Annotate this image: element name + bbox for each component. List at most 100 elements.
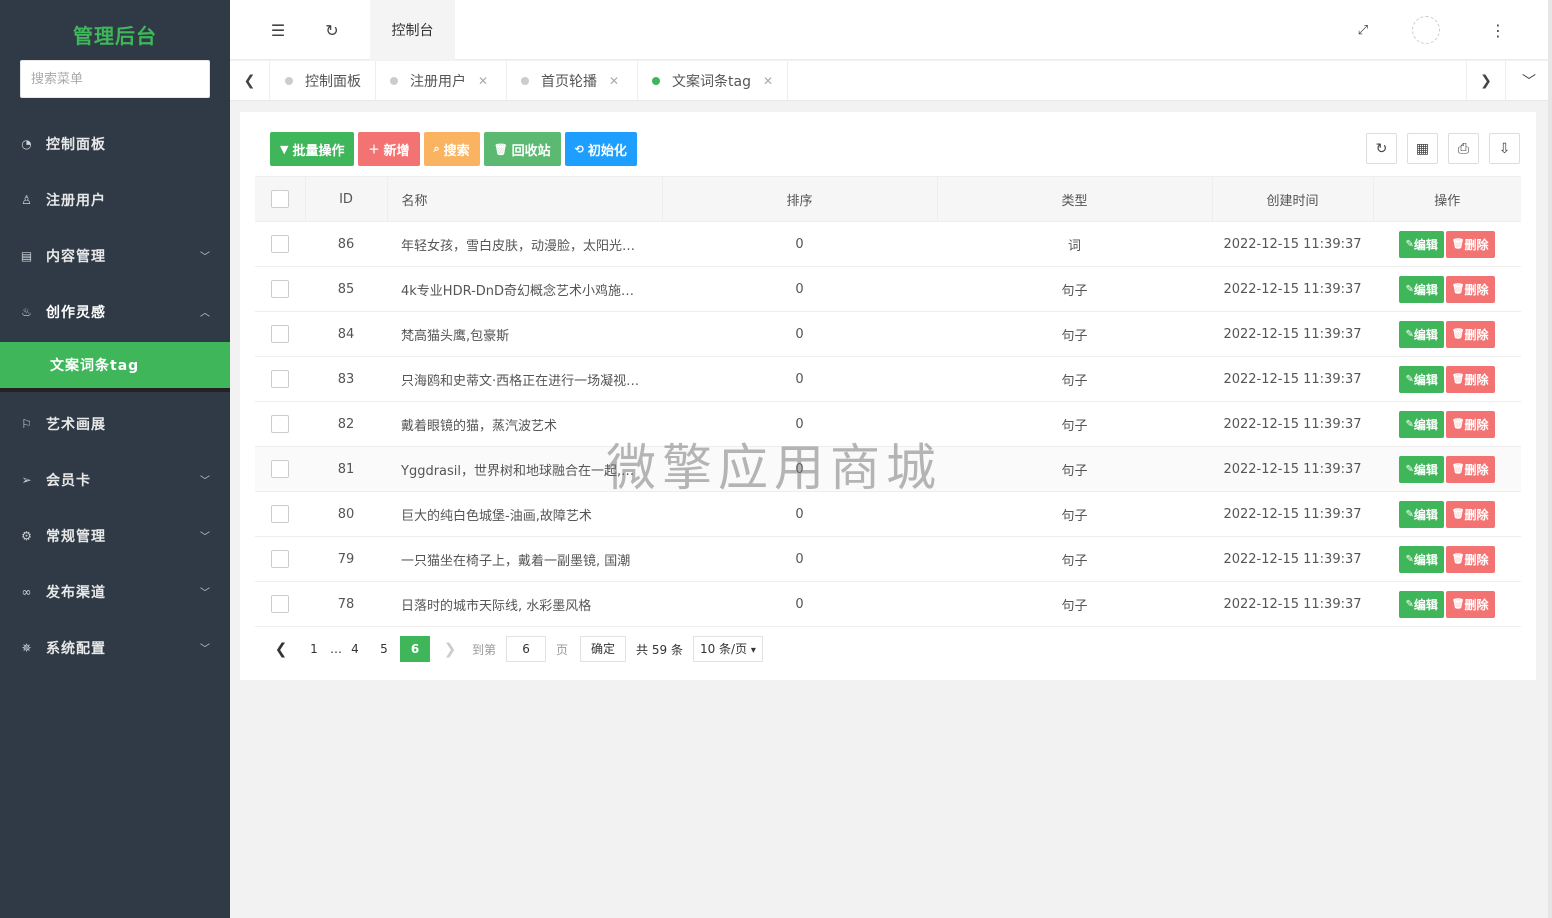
tabs-prev-icon[interactable]: ❮ bbox=[230, 61, 270, 101]
sidebar-item-inspiration[interactable]: ♨ 创作灵感 ︿ bbox=[0, 284, 230, 340]
topbar: ☰ ↻ 控制台 ⤢ ⋮ bbox=[230, 0, 1552, 60]
tabs-menu-chevron-down-icon[interactable]: ﹀ bbox=[1506, 61, 1552, 101]
select-all-checkbox[interactable] bbox=[270, 190, 289, 208]
edit-button[interactable]: ✎ 编辑 bbox=[1399, 590, 1444, 618]
sidebar-item-general[interactable]: ⚙ 常规管理 ﹀ bbox=[0, 508, 230, 564]
edit-button[interactable]: ✎ 编辑 bbox=[1399, 275, 1444, 303]
table-row[interactable]: 78 日落时的城市天际线, 水彩墨风格 0 句子 2022-12-15 11:39:37… bbox=[255, 581, 1521, 627]
row-checkbox[interactable] bbox=[271, 460, 289, 478]
edit-button[interactable]: ✎ 编辑 bbox=[1399, 545, 1444, 573]
cell-id: 80 bbox=[305, 491, 387, 537]
avatar[interactable] bbox=[1412, 16, 1440, 44]
delete-button[interactable]: 🗑 删除 bbox=[1445, 500, 1495, 528]
table-row[interactable]: 83 只海鸥和史蒂文·西格正在进行一场凝视比赛 0 句子 2022-12-15 11:3… bbox=[255, 356, 1521, 402]
close-icon[interactable]: ✕ bbox=[609, 74, 619, 88]
tab-dashboard[interactable]: 控制面板 bbox=[271, 61, 376, 101]
tab-users[interactable]: 注册用户 ✕ bbox=[376, 61, 507, 101]
table-row[interactable]: 85 4k专业HDR-DnD奇幻概念艺术小鸡施展魔法 0 句子 2022-12-15 1… bbox=[255, 266, 1521, 312]
init-button[interactable]: ⟲ 初始化 bbox=[564, 132, 637, 166]
row-checkbox[interactable] bbox=[271, 370, 289, 388]
delete-button[interactable]: 🗑 删除 bbox=[1445, 545, 1495, 573]
edit-button[interactable]: ✎ 编辑 bbox=[1399, 320, 1444, 348]
tab-tags[interactable]: 文案词条tag ✕ bbox=[638, 61, 788, 101]
col-name[interactable]: 名称 bbox=[387, 176, 663, 222]
edit-button[interactable]: ✎ 编辑 bbox=[1399, 410, 1444, 438]
page-current[interactable]: 6 bbox=[400, 636, 430, 662]
refresh-table-icon[interactable]: ↻ bbox=[1366, 133, 1397, 164]
edit-button[interactable]: ✎ 编辑 bbox=[1399, 500, 1444, 528]
edit-button[interactable]: ✎ 编辑 bbox=[1399, 365, 1444, 393]
col-sort[interactable]: 排序 bbox=[662, 176, 938, 222]
sidebar-item-membership[interactable]: ➢ 会员卡 ﹀ bbox=[0, 452, 230, 508]
sidebar-subitem-tags[interactable]: 文案词条tag bbox=[0, 342, 230, 392]
scrollbar[interactable] bbox=[1548, 0, 1552, 918]
row-select-cell bbox=[255, 221, 305, 267]
delete-button[interactable]: 🗑 删除 bbox=[1445, 590, 1495, 618]
table-row[interactable]: 86 年轻女孩，雪白皮肤，动漫脸，太阳光照射在脸上 0词2022-12-15 11:… bbox=[255, 221, 1521, 267]
goto-page-input[interactable]: 6 bbox=[506, 636, 547, 662]
page-size-select[interactable]: 10 条/页 ▾ bbox=[692, 636, 763, 662]
fullscreen-icon[interactable]: ⤢ bbox=[1351, 18, 1375, 42]
sidebar-item-content[interactable]: ▤ 内容管理 ﹀ bbox=[0, 228, 230, 284]
tab-console[interactable]: 控制台 bbox=[370, 0, 455, 60]
page-1[interactable]: 1 bbox=[301, 636, 327, 662]
cell-created: 2022-12-15 11:39:37 bbox=[1212, 491, 1373, 537]
cell-ops: ✎ 编辑 🗑 删除 bbox=[1373, 536, 1521, 582]
col-type[interactable]: 类型 bbox=[937, 176, 1213, 222]
sidebar-item-label: 艺术画展 bbox=[46, 417, 106, 433]
page-4[interactable]: 4 bbox=[342, 636, 368, 662]
button-label: 删除 bbox=[1464, 327, 1489, 342]
tabs-next-icon[interactable]: ❯ bbox=[1466, 61, 1506, 101]
table-row[interactable]: 82 戴着眼镜的猫，蒸汽波艺术 0 句子 2022-12-15 11:39:37 ✎ 编辑 🗑… bbox=[255, 401, 1521, 447]
menu-search-input[interactable] bbox=[20, 60, 210, 98]
close-icon[interactable]: ✕ bbox=[478, 74, 488, 88]
delete-button[interactable]: 🗑 删除 bbox=[1445, 365, 1495, 393]
delete-button[interactable]: 🗑 删除 bbox=[1445, 320, 1495, 348]
goto-label: 到第 bbox=[472, 642, 497, 657]
delete-button[interactable]: 🗑 删除 bbox=[1445, 410, 1495, 438]
next-page-icon[interactable]: ❯ bbox=[437, 636, 463, 662]
print-icon[interactable]: ⎙ bbox=[1448, 133, 1479, 164]
table-body: 86年轻女孩，雪白皮肤，动漫脸，太阳光照射在脸上0词2022-12-15 11:… bbox=[255, 221, 1521, 627]
gear-icon: ✵ bbox=[21, 641, 33, 655]
row-checkbox[interactable] bbox=[271, 550, 289, 568]
search-button[interactable]: ⌕ 搜索 bbox=[423, 132, 480, 166]
menu-toggle-icon[interactable]: ☰ bbox=[266, 18, 290, 42]
page-5[interactable]: 5 bbox=[371, 636, 397, 662]
sidebar-item-dashboard[interactable]: ◔ 控制面板 bbox=[0, 116, 230, 172]
prev-page-icon[interactable]: ❮ bbox=[268, 636, 294, 662]
table-row[interactable]: 80 巨大的纯白色城堡-油画,故障艺术 0 句子 2022-12-15 11:39:37… bbox=[255, 491, 1521, 537]
table-row[interactable]: 79 一只猫坐在椅子上，戴着一副墨镜, 国潮 0 句子 2022-12-15 11:39… bbox=[255, 536, 1521, 582]
export-icon[interactable]: ⇩ bbox=[1489, 133, 1520, 164]
row-checkbox[interactable] bbox=[271, 280, 289, 298]
refresh-icon[interactable]: ↻ bbox=[320, 18, 344, 42]
columns-icon[interactable]: ▦ bbox=[1407, 133, 1438, 164]
row-checkbox[interactable] bbox=[271, 325, 289, 343]
row-checkbox[interactable] bbox=[271, 235, 289, 253]
row-checkbox[interactable] bbox=[271, 595, 289, 613]
goto-confirm-button[interactable]: 确定 bbox=[580, 636, 627, 662]
table-header-row: ID 名称 排序 类型 创建时间 操作 bbox=[255, 176, 1521, 222]
table-row[interactable]: 84 梵高猫头鹰,包豪斯 0 句子 2022-12-15 11:39:37 ✎ 编辑 🗑 删除 bbox=[255, 311, 1521, 357]
delete-button[interactable]: 🗑 删除 bbox=[1445, 230, 1495, 258]
close-icon[interactable]: ✕ bbox=[763, 74, 773, 88]
trash-icon: 🗑 bbox=[1451, 418, 1465, 430]
row-checkbox[interactable] bbox=[271, 415, 289, 433]
edit-button[interactable]: ✎ 编辑 bbox=[1399, 230, 1444, 258]
table-row[interactable]: 81 Yggdrasil，世界树和地球融合在一起,故障艺术 0 句子 2022-12-1… bbox=[255, 446, 1521, 492]
sidebar-item-system[interactable]: ✵ 系统配置 ﹀ bbox=[0, 620, 230, 676]
delete-button[interactable]: 🗑 删除 bbox=[1445, 455, 1495, 483]
recycle-bin-button[interactable]: 🗑 回收站 bbox=[483, 132, 561, 166]
tab-carousel[interactable]: 首页轮播 ✕ bbox=[507, 61, 638, 101]
more-vertical-icon[interactable]: ⋮ bbox=[1486, 18, 1510, 42]
batch-ops-button[interactable]: ▼ 批量操作 bbox=[270, 132, 355, 166]
delete-button[interactable]: 🗑 删除 bbox=[1445, 275, 1495, 303]
col-created[interactable]: 创建时间 bbox=[1212, 176, 1374, 222]
sidebar-item-art[interactable]: ⚐ 艺术画展 bbox=[0, 396, 230, 452]
edit-button[interactable]: ✎ 编辑 bbox=[1399, 455, 1444, 483]
col-id[interactable]: ID bbox=[305, 176, 388, 222]
sidebar-item-users[interactable]: ♙ 注册用户 bbox=[0, 172, 230, 228]
sidebar-item-channels[interactable]: ∞ 发布渠道 ﹀ bbox=[0, 564, 230, 620]
add-button[interactable]: ＋新增 bbox=[358, 132, 420, 166]
row-checkbox[interactable] bbox=[271, 505, 289, 523]
